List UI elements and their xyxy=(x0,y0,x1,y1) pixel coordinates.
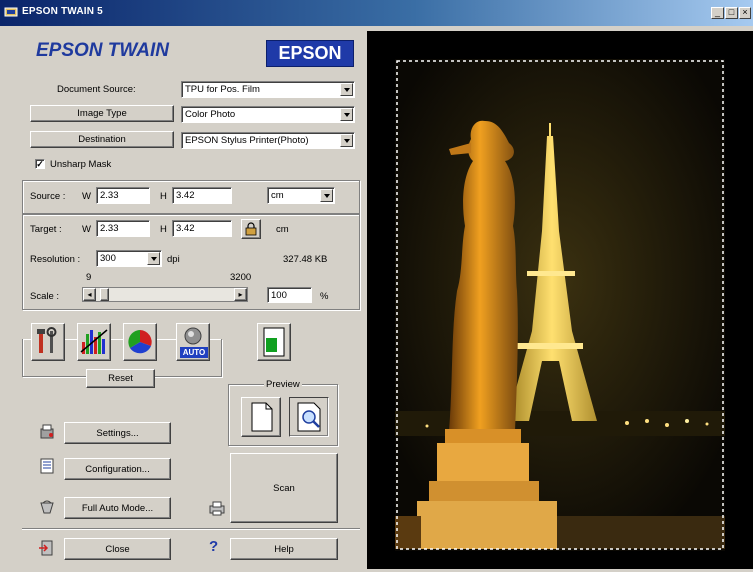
magnifier-page-icon xyxy=(297,402,321,432)
image-type-button[interactable]: Image Type xyxy=(30,105,174,122)
minimize-button[interactable]: _ xyxy=(711,7,724,19)
destination-button[interactable]: Destination xyxy=(30,131,174,148)
lock-ratio-button[interactable] xyxy=(241,219,261,239)
resolution-value: 300 xyxy=(100,253,116,264)
lock-icon xyxy=(245,222,257,236)
color-balance-button[interactable] xyxy=(123,323,157,361)
chevron-down-icon[interactable] xyxy=(320,189,333,202)
auto-label: AUTO xyxy=(180,347,208,358)
target-label: Target : xyxy=(30,224,62,235)
help-icon: ? xyxy=(209,538,219,555)
source-unit-select[interactable]: cm xyxy=(267,187,335,204)
scale-min: 9 xyxy=(86,272,92,283)
close-door-icon xyxy=(39,540,53,556)
resolution-select[interactable]: 300 xyxy=(96,250,162,267)
printer-icon xyxy=(209,501,225,516)
scale-slider-thumb[interactable] xyxy=(100,288,109,301)
scale-right-arrow[interactable]: ▸ xyxy=(234,288,247,301)
page-icon xyxy=(251,402,273,432)
source-label: Source : xyxy=(30,191,66,202)
document-source-label: Document Source: xyxy=(57,84,136,95)
image-control-button[interactable] xyxy=(257,323,291,361)
help-button[interactable]: Help xyxy=(230,538,338,560)
preview-image xyxy=(395,59,725,551)
divider xyxy=(22,528,360,530)
thumbnail-preview-button[interactable] xyxy=(289,397,329,437)
configuration-button[interactable]: Configuration... xyxy=(64,458,171,480)
image-type-select[interactable]: Color Photo xyxy=(181,106,355,123)
source-width-input[interactable]: 2.33 xyxy=(96,187,150,204)
target-unit: cm xyxy=(276,224,289,235)
auto-exposure-button[interactable]: AUTO xyxy=(176,323,210,361)
scale-label: Scale : xyxy=(30,291,60,302)
close-window-button[interactable]: × xyxy=(739,7,751,19)
file-size: 327.48 KB xyxy=(283,254,328,265)
preview-area[interactable] xyxy=(367,31,753,569)
resolution-unit: dpi xyxy=(167,254,180,265)
chevron-down-icon[interactable] xyxy=(340,134,353,147)
full-auto-mode-button[interactable]: Full Auto Mode... xyxy=(64,497,171,519)
target-height-input[interactable]: 3.42 xyxy=(172,220,232,237)
title-bar[interactable]: EPSON TWAIN 5 _ □ × xyxy=(0,0,753,26)
source-width-label: W xyxy=(82,191,91,202)
scale-max: 3200 xyxy=(230,272,252,283)
maximize-button[interactable]: □ xyxy=(725,7,738,19)
unsharp-mask-label: Unsharp Mask xyxy=(50,159,112,170)
document-source-select[interactable]: TPU for Pos. Film xyxy=(181,81,355,98)
target-height-label: H xyxy=(160,224,167,235)
settings-icon xyxy=(40,424,54,439)
target-width-input[interactable]: 2.33 xyxy=(96,220,150,237)
resolution-label: Resolution : xyxy=(30,254,81,265)
source-unit-value: cm xyxy=(271,190,284,201)
histogram-icon xyxy=(80,329,108,354)
tools-icon xyxy=(37,327,57,353)
image-type-value: Color Photo xyxy=(185,109,236,120)
preview-group-label: Preview xyxy=(264,379,302,390)
scale-left-arrow[interactable]: ◂ xyxy=(83,288,96,301)
scan-button[interactable]: Scan xyxy=(230,453,338,523)
destination-select[interactable]: EPSON Stylus Printer(Photo) xyxy=(181,132,355,149)
window-title: EPSON TWAIN 5 xyxy=(22,6,103,17)
scale-input[interactable]: 100 xyxy=(267,287,312,303)
app-title: EPSON TWAIN xyxy=(36,40,170,61)
reset-button[interactable]: Reset xyxy=(86,369,155,388)
epson-logo: EPSON xyxy=(266,40,354,67)
chevron-down-icon[interactable] xyxy=(340,83,353,96)
source-height-input[interactable]: 3.42 xyxy=(172,187,232,204)
unsharp-mask-checkbox[interactable]: ✓ xyxy=(35,159,45,169)
chevron-down-icon[interactable] xyxy=(340,108,353,121)
settings-button[interactable]: Settings... xyxy=(64,422,171,444)
histogram-button[interactable] xyxy=(77,323,111,361)
close-button[interactable]: Close xyxy=(64,538,171,560)
full-auto-icon xyxy=(40,500,54,514)
scale-unit: % xyxy=(320,291,329,302)
destination-value: EPSON Stylus Printer(Photo) xyxy=(185,135,309,146)
document-green-icon xyxy=(263,327,285,357)
scale-slider[interactable]: ◂ ▸ xyxy=(82,287,248,302)
target-width-label: W xyxy=(82,224,91,235)
configuration-icon xyxy=(40,458,54,474)
document-source-value: TPU for Pos. Film xyxy=(185,84,260,95)
adjustments-button[interactable] xyxy=(31,323,65,361)
app-icon xyxy=(4,7,18,17)
color-wheel-icon xyxy=(128,330,152,354)
source-height-label: H xyxy=(160,191,167,202)
normal-preview-button[interactable] xyxy=(241,397,281,437)
chevron-down-icon[interactable] xyxy=(147,252,160,265)
